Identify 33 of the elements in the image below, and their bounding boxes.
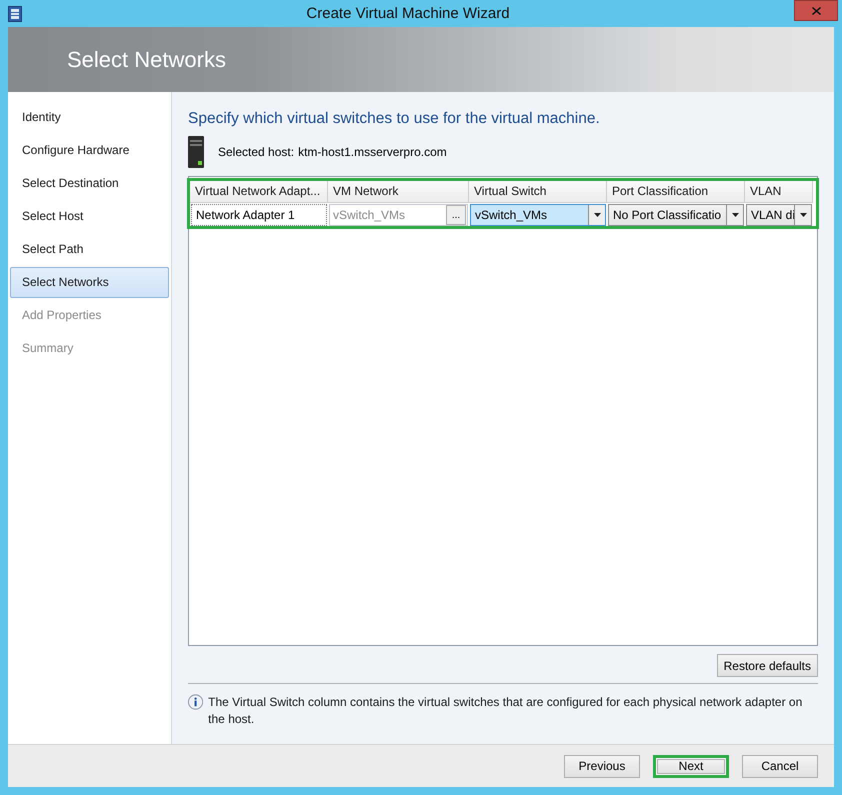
host-label: Selected host: — [218, 145, 294, 159]
dropdown[interactable]: No Port Classificatio — [608, 204, 744, 226]
dropdown[interactable]: VLAN di — [746, 204, 812, 226]
server-icon — [188, 136, 204, 168]
page-heading: Select Networks — [67, 46, 226, 72]
wizard-step[interactable]: Select Destination — [10, 168, 169, 199]
wizard-button[interactable]: Cancel — [742, 754, 818, 778]
wizard-button[interactable]: Next — [653, 754, 729, 778]
column-header[interactable]: VLAN — [745, 181, 813, 203]
host-name: ktm-host1.msserverpro.com — [298, 145, 447, 159]
dropdown[interactable]: vSwitch_VMs — [470, 204, 606, 226]
column-header[interactable]: Virtual Network Adapt... — [190, 181, 328, 203]
wizard-step[interactable]: Select Networks — [10, 267, 169, 298]
dropdown-arrow-icon — [800, 213, 806, 217]
close-button[interactable] — [794, 0, 838, 21]
wizard-step[interactable]: Select Host — [10, 201, 169, 232]
window-title: Create Virtual Machine Wizard — [305, 5, 511, 22]
wizard-step[interactable]: Identity — [10, 102, 169, 133]
dropdown-arrow-icon — [594, 213, 600, 217]
close-icon — [812, 6, 820, 14]
app-icon — [8, 6, 22, 22]
restore-defaults-button[interactable]: Restore defaults — [716, 654, 818, 677]
wizard-step[interactable]: Select Path — [10, 234, 169, 265]
column-header[interactable]: Port Classification — [607, 181, 745, 203]
wizard-button[interactable]: Previous — [564, 754, 640, 778]
dropdown-arrow-icon — [732, 213, 738, 217]
column-header[interactable]: VM Network — [328, 181, 469, 203]
info-icon — [188, 694, 204, 710]
wizard-step[interactable]: Configure Hardware — [10, 135, 169, 166]
column-header[interactable]: Virtual Switch — [469, 181, 607, 203]
instruction-text: Specify which virtual switches to use for the virtual machine. — [188, 110, 601, 128]
info-text: The Virtual Switch column contains the virtual switches that are configured for each physical network adapter on the host. — [208, 694, 804, 728]
table-cell: Network Adapter 1 — [191, 204, 327, 226]
